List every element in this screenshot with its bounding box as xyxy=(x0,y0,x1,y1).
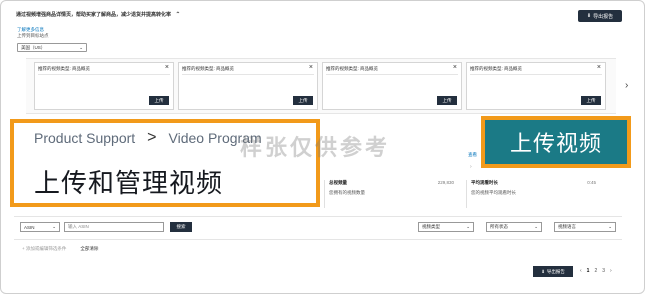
upload-card-title: 推荐的视频类型: 商品概览 xyxy=(182,66,234,71)
page-3[interactable]: 3 xyxy=(602,268,605,274)
status-select[interactable]: 所有状态 ⌄ xyxy=(486,222,542,232)
chevron-down-icon: ⌄ xyxy=(52,224,56,229)
divider xyxy=(326,74,458,75)
scope-select[interactable]: ASIN ⌄ xyxy=(20,222,60,232)
header-title: 通过视频增强商品详情页，帮助买家了解商品，减少退货并提高转化率 xyxy=(16,12,172,18)
breadcrumb-separator: > xyxy=(147,129,157,146)
status-value: 所有状态 xyxy=(490,224,508,229)
page-2[interactable]: 2 xyxy=(594,268,597,274)
language-select[interactable]: 视频语言 ⌄ xyxy=(554,222,616,232)
upload-card-title: 推荐的视频类型: 商品概览 xyxy=(470,66,522,71)
chevron-down-icon: ⌄ xyxy=(79,44,83,50)
upload-card: 推荐的视频类型: 商品概览 × 上传 xyxy=(322,62,462,110)
download-icon: ⬇ xyxy=(586,13,592,19)
stat-card-total-videos: 总视频量 229,830 您拥有的视频数量 xyxy=(324,180,458,208)
stat-card-watch-time: 平均观看时长 0:45 您的视频平均观看时长 xyxy=(466,180,600,208)
stat-heading: 总视频量 xyxy=(329,180,347,185)
chevron-right-icon[interactable]: › xyxy=(625,80,628,91)
upload-card: 推荐的视频类型: 商品概览 × 上传 xyxy=(466,62,606,110)
next-page-icon[interactable]: › xyxy=(610,268,612,274)
stat-value: 229,830 xyxy=(437,180,454,185)
filter-actions: + 添加或编辑筛选条件 全部清除 xyxy=(22,246,98,252)
divider xyxy=(470,74,602,75)
export-report-button[interactable]: ⬇ 导出报告 xyxy=(533,266,573,277)
upload-card-title: 推荐的视频类型: 商品概览 xyxy=(38,66,90,71)
marketplace-label: 上传到目标站点 xyxy=(17,33,49,38)
pagination: ‹ 1 2 3 › xyxy=(580,268,612,274)
export-top-button[interactable]: ⬇ 导出报告 xyxy=(578,10,622,22)
close-icon[interactable]: × xyxy=(453,64,457,71)
chevron-down-icon: ⌄ xyxy=(608,224,612,229)
scope-select-value: ASIN xyxy=(24,224,35,230)
stat-value: 0:45 xyxy=(587,180,596,185)
language-value: 视频语言 xyxy=(558,224,576,229)
section-header[interactable]: 通过视频增强商品详情页，帮助买家了解商品，减少退货并提高转化率 ⌃ xyxy=(16,11,180,18)
clear-all-link[interactable]: 全部清除 xyxy=(80,246,98,252)
prev-page-icon[interactable]: ‹ xyxy=(580,268,582,274)
download-icon: ⬇ xyxy=(541,268,545,274)
chevron-up-icon[interactable]: ⌃ xyxy=(175,12,180,18)
upload-button[interactable]: 上传 xyxy=(149,96,169,105)
marketplace-value: 美国（US） xyxy=(21,44,46,50)
marketplace-select[interactable]: 美国（US） ⌄ xyxy=(17,43,87,52)
chevron-down-icon: ⌄ xyxy=(466,224,470,229)
upload-video-button[interactable]: 上传视频 xyxy=(481,116,631,168)
upload-card: 推荐的视频类型: 商品概览 × 上传 xyxy=(178,62,318,110)
add-filter-link[interactable]: + 添加或编辑筛选条件 xyxy=(22,246,66,252)
divider xyxy=(38,74,170,75)
side-link[interactable]: 查看 xyxy=(468,152,477,158)
search-button[interactable]: 搜索 xyxy=(170,222,192,232)
video-type-value: 视频类型 xyxy=(422,224,440,229)
stat-subtext: 您拥有的视频数量 xyxy=(329,190,365,195)
upload-card: 推荐的视频类型: 商品概览 × 上传 xyxy=(34,62,174,110)
watermark: 样张仅供参考 xyxy=(240,135,391,160)
upload-button[interactable]: 上传 xyxy=(437,96,457,105)
divider xyxy=(182,74,314,75)
page-1[interactable]: 1 xyxy=(587,268,590,274)
search-input[interactable]: 输入 ASIN xyxy=(64,222,164,232)
export-top-label: 导出报告 xyxy=(593,13,614,20)
stat-heading: 平均观看时长 xyxy=(471,180,498,185)
stat-subtext: 您的视频平均观看时长 xyxy=(471,190,516,195)
upload-video-label: 上传视频 xyxy=(509,131,602,156)
close-icon[interactable]: × xyxy=(165,64,169,71)
upload-button[interactable]: 上传 xyxy=(581,96,601,105)
breadcrumb-product-support[interactable]: Product Support xyxy=(34,130,135,146)
video-type-select[interactable]: 视频类型 ⌄ xyxy=(418,222,474,232)
breadcrumb: Product Support > Video Program xyxy=(34,129,262,147)
chevron-right-icon: › xyxy=(470,164,472,170)
chevron-down-icon: ⌄ xyxy=(534,224,538,229)
upload-card-title: 推荐的视频类型: 商品概览 xyxy=(326,66,378,71)
close-icon[interactable]: × xyxy=(597,64,601,71)
page-title: 上传和管理视频 xyxy=(34,168,224,198)
close-icon[interactable]: × xyxy=(309,64,313,71)
upload-button[interactable]: 上传 xyxy=(293,96,313,105)
export-report-label: 导出报告 xyxy=(546,268,565,274)
